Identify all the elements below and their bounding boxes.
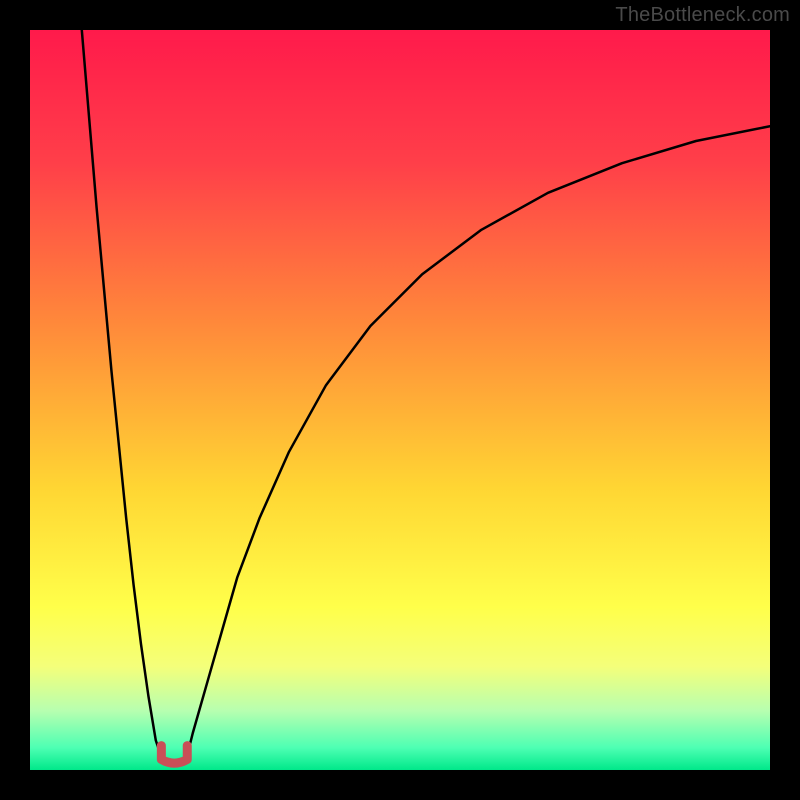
chart-curves	[30, 30, 770, 770]
chart-frame: TheBottleneck.com	[0, 0, 800, 800]
chart-plot-area	[30, 30, 770, 770]
watermark-text: TheBottleneck.com	[615, 4, 790, 27]
